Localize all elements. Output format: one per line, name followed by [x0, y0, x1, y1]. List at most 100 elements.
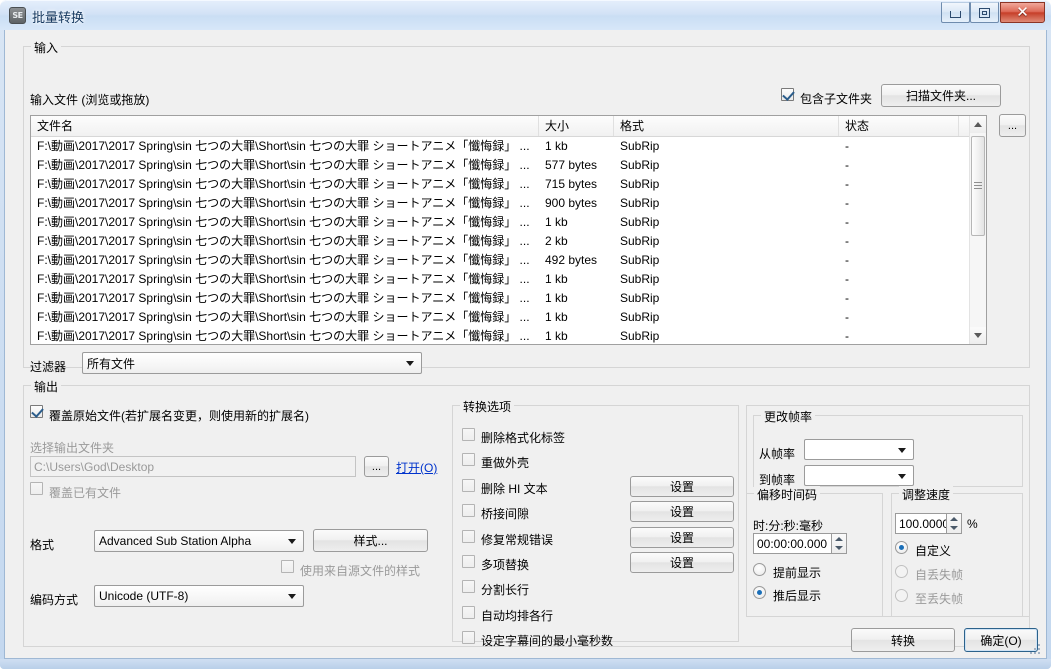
table-row[interactable]: F:\動画\2017\2017 Spring\sin 七つの大罪\Short\s… — [31, 327, 986, 344]
table-row[interactable]: F:\動画\2017\2017 Spring\sin 七つの大罪\Short\s… — [31, 156, 986, 175]
minimize-button[interactable] — [941, 2, 970, 23]
convert-option-settings-button-4[interactable]: 设置 — [630, 527, 734, 548]
convert-option-checkbox-4[interactable] — [462, 530, 475, 543]
convert-option-checkbox-2[interactable] — [462, 479, 475, 492]
overwrite-existing-checkbox[interactable] — [30, 482, 43, 495]
cell-status: - — [845, 158, 849, 172]
browse-files-button[interactable]: ... — [999, 114, 1026, 137]
cell-format: SubRip — [620, 329, 660, 343]
convert-option-label-3: 桥接间隙 — [481, 507, 530, 521]
scrollbar-thumb[interactable] — [971, 136, 985, 236]
input-group-legend: 输入 — [31, 39, 62, 56]
cell-filename: F:\動画\2017\2017 Spring\sin 七つの大罪\Short\s… — [37, 158, 530, 172]
filter-combobox[interactable]: 所有文件 — [82, 352, 422, 374]
scrollbar-grip-icon — [974, 182, 982, 190]
scan-folder-button[interactable]: 扫描文件夹... — [881, 84, 1001, 107]
close-button[interactable]: ✕ — [1000, 2, 1045, 23]
maximize-icon — [979, 7, 990, 18]
ok-button[interactable]: 确定(O) — [964, 628, 1038, 652]
convert-option-checkbox-5[interactable] — [462, 555, 475, 568]
convert-option-checkbox-6[interactable] — [462, 580, 475, 593]
offset-later-label: 推后显示 — [773, 589, 822, 603]
output-folder-input[interactable]: C:\Users\God\Desktop — [30, 456, 356, 477]
overwrite-existing-label: 覆盖已有文件 — [49, 486, 122, 500]
table-row[interactable]: F:\動画\2017\2017 Spring\sin 七つの大罪\Short\s… — [31, 194, 986, 213]
framerate-legend: 更改帧率 — [761, 408, 816, 425]
format-combobox[interactable]: Advanced Sub Station Alpha — [94, 530, 304, 552]
speed-to-drop-frame-radio[interactable] — [895, 589, 908, 602]
spinner-down-icon[interactable] — [950, 526, 958, 530]
cell-filename: F:\動画\2017\2017 Spring\sin 七つの大罪\Short\s… — [37, 234, 530, 248]
scroll-up-button[interactable] — [970, 116, 986, 133]
scroll-down-button[interactable] — [970, 327, 986, 344]
table-row[interactable]: F:\動画\2017\2017 Spring\sin 七つの大罪\Short\s… — [31, 270, 986, 289]
convert-option-checkbox-7[interactable] — [462, 606, 475, 619]
convert-option-settings-button-2[interactable]: 设置 — [630, 476, 734, 497]
table-row[interactable]: F:\動画\2017\2017 Spring\sin 七つの大罪\Short\s… — [31, 137, 986, 156]
cell-format: SubRip — [620, 291, 660, 305]
from-framerate-combobox[interactable] — [804, 439, 914, 460]
browse-output-folder-button[interactable]: ... — [364, 456, 389, 477]
cell-filename: F:\動画\2017\2017 Spring\sin 七つの大罪\Short\s… — [37, 177, 530, 191]
app-icon-label: SE — [12, 11, 23, 20]
cell-filename: F:\動画\2017\2017 Spring\sin 七つの大罪\Short\s… — [37, 253, 530, 267]
convert-option-label-1: 重做外壳 — [481, 456, 530, 470]
offset-timecode-legend: 偏移时间码 — [754, 486, 821, 503]
offset-time-input[interactable]: 00:00:00.000 — [753, 533, 832, 554]
speed-from-drop-frame-radio[interactable] — [895, 565, 908, 578]
open-output-folder-link[interactable]: 打开(O) — [396, 459, 437, 476]
column-header-filename[interactable]: 文件名 — [31, 116, 539, 136]
table-row[interactable]: F:\動画\2017\2017 Spring\sin 七つの大罪\Short\s… — [31, 308, 986, 327]
spinner-up-icon[interactable] — [835, 537, 843, 541]
offset-time-spinner[interactable] — [832, 533, 847, 554]
table-row[interactable]: F:\動画\2017\2017 Spring\sin 七つの大罪\Short\s… — [31, 175, 986, 194]
overwrite-original-checkbox[interactable] — [30, 405, 43, 418]
table-row[interactable]: F:\動画\2017\2017 Spring\sin 七つの大罪\Short\s… — [31, 213, 986, 232]
convert-option-label-7: 自动均排各行 — [481, 609, 554, 623]
convert-option-settings-button-5[interactable]: 设置 — [630, 552, 734, 573]
convert-option-checkbox-8[interactable] — [462, 631, 475, 644]
filter-value: 所有文件 — [87, 356, 136, 371]
offset-earlier-radio[interactable] — [753, 563, 766, 576]
file-list-body: F:\動画\2017\2017 Spring\sin 七つの大罪\Short\s… — [31, 137, 986, 344]
spinner-up-icon[interactable] — [950, 517, 958, 521]
to-framerate-combobox[interactable] — [804, 465, 914, 486]
column-header-size[interactable]: 大小 — [539, 116, 614, 136]
speed-from-drop-frame-label: 自丢失帧 — [915, 568, 964, 582]
title-bar: SE 批量转换 ✕ — [0, 0, 1051, 30]
cell-format: SubRip — [620, 272, 660, 286]
input-files-label: 输入文件 (浏览或拖放) — [30, 93, 150, 107]
close-icon: ✕ — [1016, 3, 1029, 21]
file-list[interactable]: 文件名 大小 格式 状态 F:\動画\2017\2017 Spring\sin … — [30, 115, 987, 345]
include-subfolders-checkbox[interactable] — [781, 88, 794, 101]
client-area: 输入 输入文件 (浏览或拖放) 包含子文件夹 扫描文件夹... 文件名 大小 格… — [4, 30, 1047, 659]
encoding-combobox[interactable]: Unicode (UTF-8) — [94, 585, 304, 607]
file-list-scrollbar[interactable] — [969, 116, 986, 344]
convert-option-checkbox-1[interactable] — [462, 453, 475, 466]
table-row[interactable]: F:\動画\2017\2017 Spring\sin 七つの大罪\Short\s… — [31, 289, 986, 308]
column-header-status[interactable]: 状态 — [839, 116, 959, 136]
convert-option-checkbox-3[interactable] — [462, 504, 475, 517]
cell-status: - — [845, 196, 849, 210]
convert-button[interactable]: 转换 — [851, 628, 955, 652]
convert-option-settings-button-3[interactable]: 设置 — [630, 501, 734, 522]
use-source-style-label: 使用来自源文件的样式 — [300, 564, 421, 578]
resize-grip[interactable] — [1028, 642, 1040, 654]
speed-custom-radio[interactable] — [895, 541, 908, 554]
spinner-down-icon[interactable] — [835, 546, 843, 550]
speed-spinner[interactable] — [947, 513, 962, 534]
cell-status: - — [845, 253, 849, 267]
from-framerate-label: 从帧率 — [759, 447, 796, 461]
cell-filename: F:\動画\2017\2017 Spring\sin 七つの大罪\Short\s… — [37, 310, 530, 324]
convert-option-label-0: 删除格式化标签 — [481, 431, 566, 445]
column-header-format[interactable]: 格式 — [614, 116, 839, 136]
offset-later-radio[interactable] — [753, 586, 766, 599]
table-row[interactable]: F:\動画\2017\2017 Spring\sin 七つの大罪\Short\s… — [31, 251, 986, 270]
cell-size: 1 kb — [545, 310, 568, 324]
maximize-button[interactable] — [970, 2, 999, 23]
style-button[interactable]: 样式... — [313, 529, 428, 552]
table-row[interactable]: F:\動画\2017\2017 Spring\sin 七つの大罪\Short\s… — [31, 232, 986, 251]
use-source-style-checkbox[interactable] — [281, 560, 294, 573]
convert-option-checkbox-0[interactable] — [462, 428, 475, 441]
speed-value-input[interactable]: 100.00000 — [895, 513, 947, 534]
